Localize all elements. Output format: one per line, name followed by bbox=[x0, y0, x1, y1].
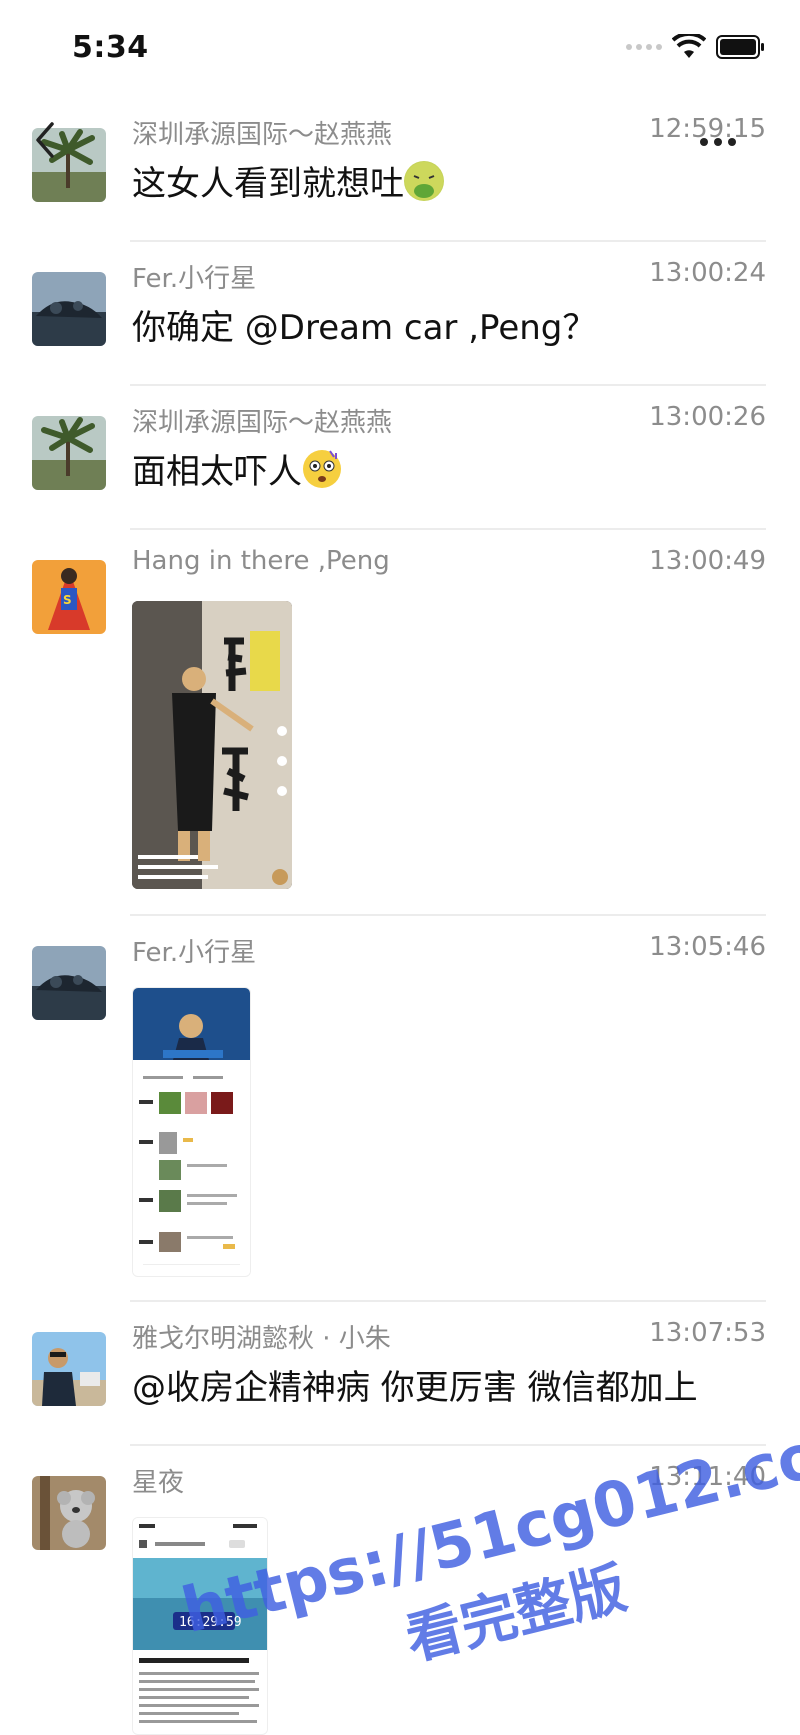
watermark-url: https://51cg012.com bbox=[175, 1402, 800, 1647]
battery-icon bbox=[716, 35, 766, 59]
avatar[interactable] bbox=[32, 946, 106, 1020]
avatar[interactable] bbox=[32, 416, 106, 490]
avatar[interactable] bbox=[32, 1332, 106, 1406]
avatar[interactable]: S bbox=[32, 560, 106, 634]
sender-name: Fer.小行星 bbox=[132, 938, 257, 968]
message-text: 这女人看到就想吐 bbox=[132, 156, 444, 205]
divider bbox=[130, 1444, 766, 1446]
sender-name: 深圳承源国际～赵燕燕 bbox=[132, 408, 393, 438]
message-time: 13:00:26 bbox=[649, 402, 766, 432]
divider bbox=[130, 384, 766, 386]
svg-text:S: S bbox=[63, 593, 72, 607]
message-text: 你确定 @Dream car ,Peng？ bbox=[132, 308, 597, 348]
divider bbox=[130, 914, 766, 916]
message-time: 13:05:46 bbox=[649, 932, 766, 962]
message-time: 13:11:40 bbox=[649, 1462, 766, 1492]
avatar[interactable] bbox=[32, 272, 106, 346]
sender-name: Fer.小行星 bbox=[132, 264, 257, 294]
image-thumbnail[interactable]: 16:29:59 bbox=[132, 1517, 268, 1735]
image-thumbnail[interactable] bbox=[132, 601, 292, 889]
sender-name: Hang in there ,Peng bbox=[132, 546, 390, 576]
divider bbox=[130, 1300, 766, 1302]
more-button[interactable] bbox=[700, 128, 760, 156]
vomiting-face-emoji bbox=[404, 161, 444, 201]
divider bbox=[130, 240, 766, 242]
message-time: 13:00:24 bbox=[649, 258, 766, 288]
watermark-caption: 看完整版 bbox=[400, 1556, 633, 1673]
shocked-face-emoji bbox=[302, 449, 342, 489]
message-time: 13:07:53 bbox=[649, 1318, 766, 1348]
back-button[interactable] bbox=[28, 120, 68, 164]
message-text: @收房企精神病 你更厉害 微信都加上 bbox=[132, 1368, 698, 1408]
signal-icon bbox=[626, 44, 662, 50]
sender-name: 星夜 bbox=[132, 1468, 185, 1498]
sender-name: 深圳承源国际～赵燕燕 bbox=[132, 120, 393, 150]
svg-text:16:29:59: 16:29:59 bbox=[179, 1615, 242, 1630]
wifi-icon bbox=[672, 34, 706, 60]
status-bar: 5:34 bbox=[0, 0, 800, 100]
sender-name: 雅戈尔明湖懿秋 · 小朱 bbox=[132, 1324, 391, 1354]
ellipsis-icon bbox=[700, 138, 708, 146]
status-icons bbox=[626, 34, 766, 60]
avatar[interactable] bbox=[32, 1476, 106, 1550]
message-time: 13:00:49 bbox=[649, 546, 766, 576]
divider bbox=[130, 528, 766, 530]
message-text: 面相太吓人 bbox=[132, 444, 342, 493]
status-time: 5:34 bbox=[72, 30, 149, 65]
chevron-left-icon bbox=[36, 122, 54, 158]
image-thumbnail[interactable] bbox=[132, 987, 251, 1277]
